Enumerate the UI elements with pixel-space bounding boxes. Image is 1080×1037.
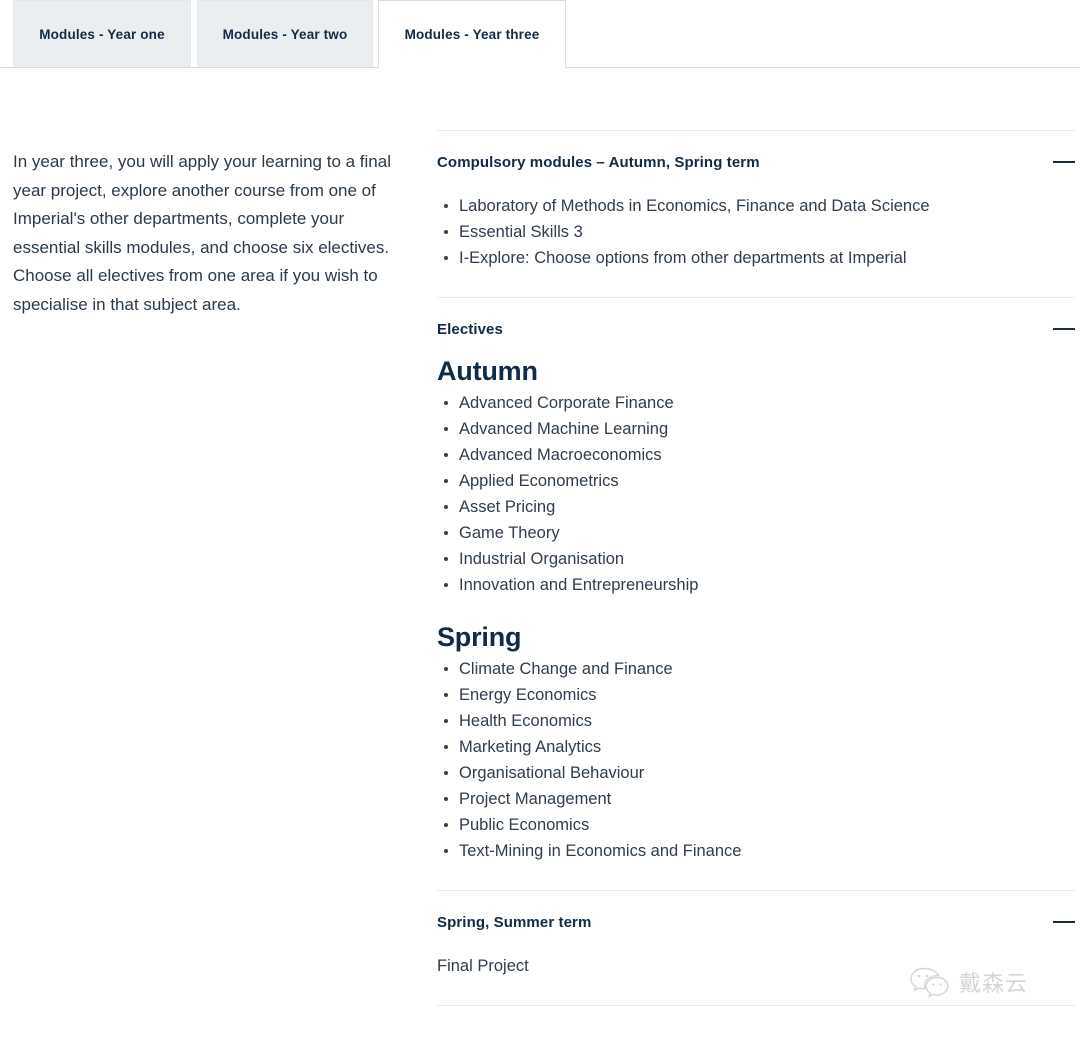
accordion-header-electives[interactable]: Electives: [437, 298, 1075, 354]
tab-label: Modules - Year three: [404, 27, 540, 42]
list-item: Applied Econometrics: [444, 468, 1075, 494]
accordion-title: Spring, Summer term: [437, 913, 592, 931]
season-heading: Autumn: [437, 356, 538, 386]
autumn-electives-list: Advanced Corporate Finance Advanced Mach…: [437, 390, 1075, 598]
accordion-body-electives: Autumn Advanced Corporate Finance Advanc…: [437, 354, 1075, 890]
list-item: Game Theory: [444, 520, 1075, 546]
list-item: Organisational Behaviour: [444, 760, 1075, 786]
accordion-body-spring-summer: Final Project: [437, 947, 1075, 1005]
accordion-section-spring-summer: Spring, Summer term Final Project: [437, 891, 1075, 1005]
compulsory-module-list: Laboratory of Methods in Economics, Fina…: [437, 193, 1075, 271]
spring-electives-list: Climate Change and Finance Energy Econom…: [437, 656, 1075, 864]
list-item: Energy Economics: [444, 682, 1075, 708]
accordion-body-compulsory: Laboratory of Methods in Economics, Fina…: [437, 187, 1075, 297]
minus-icon[interactable]: [1051, 153, 1075, 171]
accordion-section-electives: Electives Autumn Advanced Corporate Fina…: [437, 298, 1075, 890]
tab-modules-year-one[interactable]: Modules - Year one: [13, 0, 191, 68]
tab-modules-year-three[interactable]: Modules - Year three: [378, 0, 566, 69]
list-item: Advanced Machine Learning: [444, 416, 1075, 442]
list-item: Text-Mining in Economics and Finance: [444, 838, 1075, 864]
tab-panel-year-three: In year three, you will apply your learn…: [0, 69, 1080, 1037]
list-item: Marketing Analytics: [444, 734, 1075, 760]
tab-bar: Modules - Year one Modules - Year two Mo…: [0, 0, 1080, 69]
list-item: Industrial Organisation: [444, 546, 1075, 572]
list-item: Innovation and Entrepreneurship: [444, 572, 1075, 598]
list-item: Climate Change and Finance: [444, 656, 1075, 682]
list-item: Health Economics: [444, 708, 1075, 734]
list-item: Laboratory of Methods in Economics, Fina…: [444, 193, 1075, 219]
list-item: I-Explore: Choose options from other dep…: [444, 245, 1075, 271]
accordion-header-spring-summer[interactable]: Spring, Summer term: [437, 891, 1075, 947]
list-item: Advanced Corporate Finance: [444, 390, 1075, 416]
tab-label: Modules - Year one: [39, 27, 165, 42]
accordion-title: Electives: [437, 320, 503, 338]
accordion-header-compulsory[interactable]: Compulsory modules – Autumn, Spring term: [437, 131, 1075, 187]
modules-accordion: Compulsory modules – Autumn, Spring term…: [437, 130, 1075, 1006]
accordion-title: Compulsory modules – Autumn, Spring term: [437, 153, 760, 171]
list-item: Essential Skills 3: [444, 219, 1075, 245]
electives-group-autumn: Autumn Advanced Corporate Finance Advanc…: [437, 354, 1075, 598]
minus-icon[interactable]: [1051, 320, 1075, 338]
electives-group-spring: Spring Climate Change and Finance Energy…: [437, 620, 1075, 864]
list-item: Asset Pricing: [444, 494, 1075, 520]
tab-modules-year-two[interactable]: Modules - Year two: [197, 0, 373, 68]
tab-label: Modules - Year two: [222, 27, 348, 42]
list-item: Public Economics: [444, 812, 1075, 838]
final-project-text: Final Project: [437, 957, 529, 975]
season-heading: Spring: [437, 622, 522, 652]
list-item: Advanced Macroeconomics: [444, 442, 1075, 468]
accordion-section-compulsory: Compulsory modules – Autumn, Spring term…: [437, 131, 1075, 297]
accordion-bottom-divider: [437, 1005, 1075, 1006]
list-item: Project Management: [444, 786, 1075, 812]
minus-icon[interactable]: [1051, 913, 1075, 931]
intro-paragraph: In year three, you will apply your learn…: [13, 152, 391, 314]
